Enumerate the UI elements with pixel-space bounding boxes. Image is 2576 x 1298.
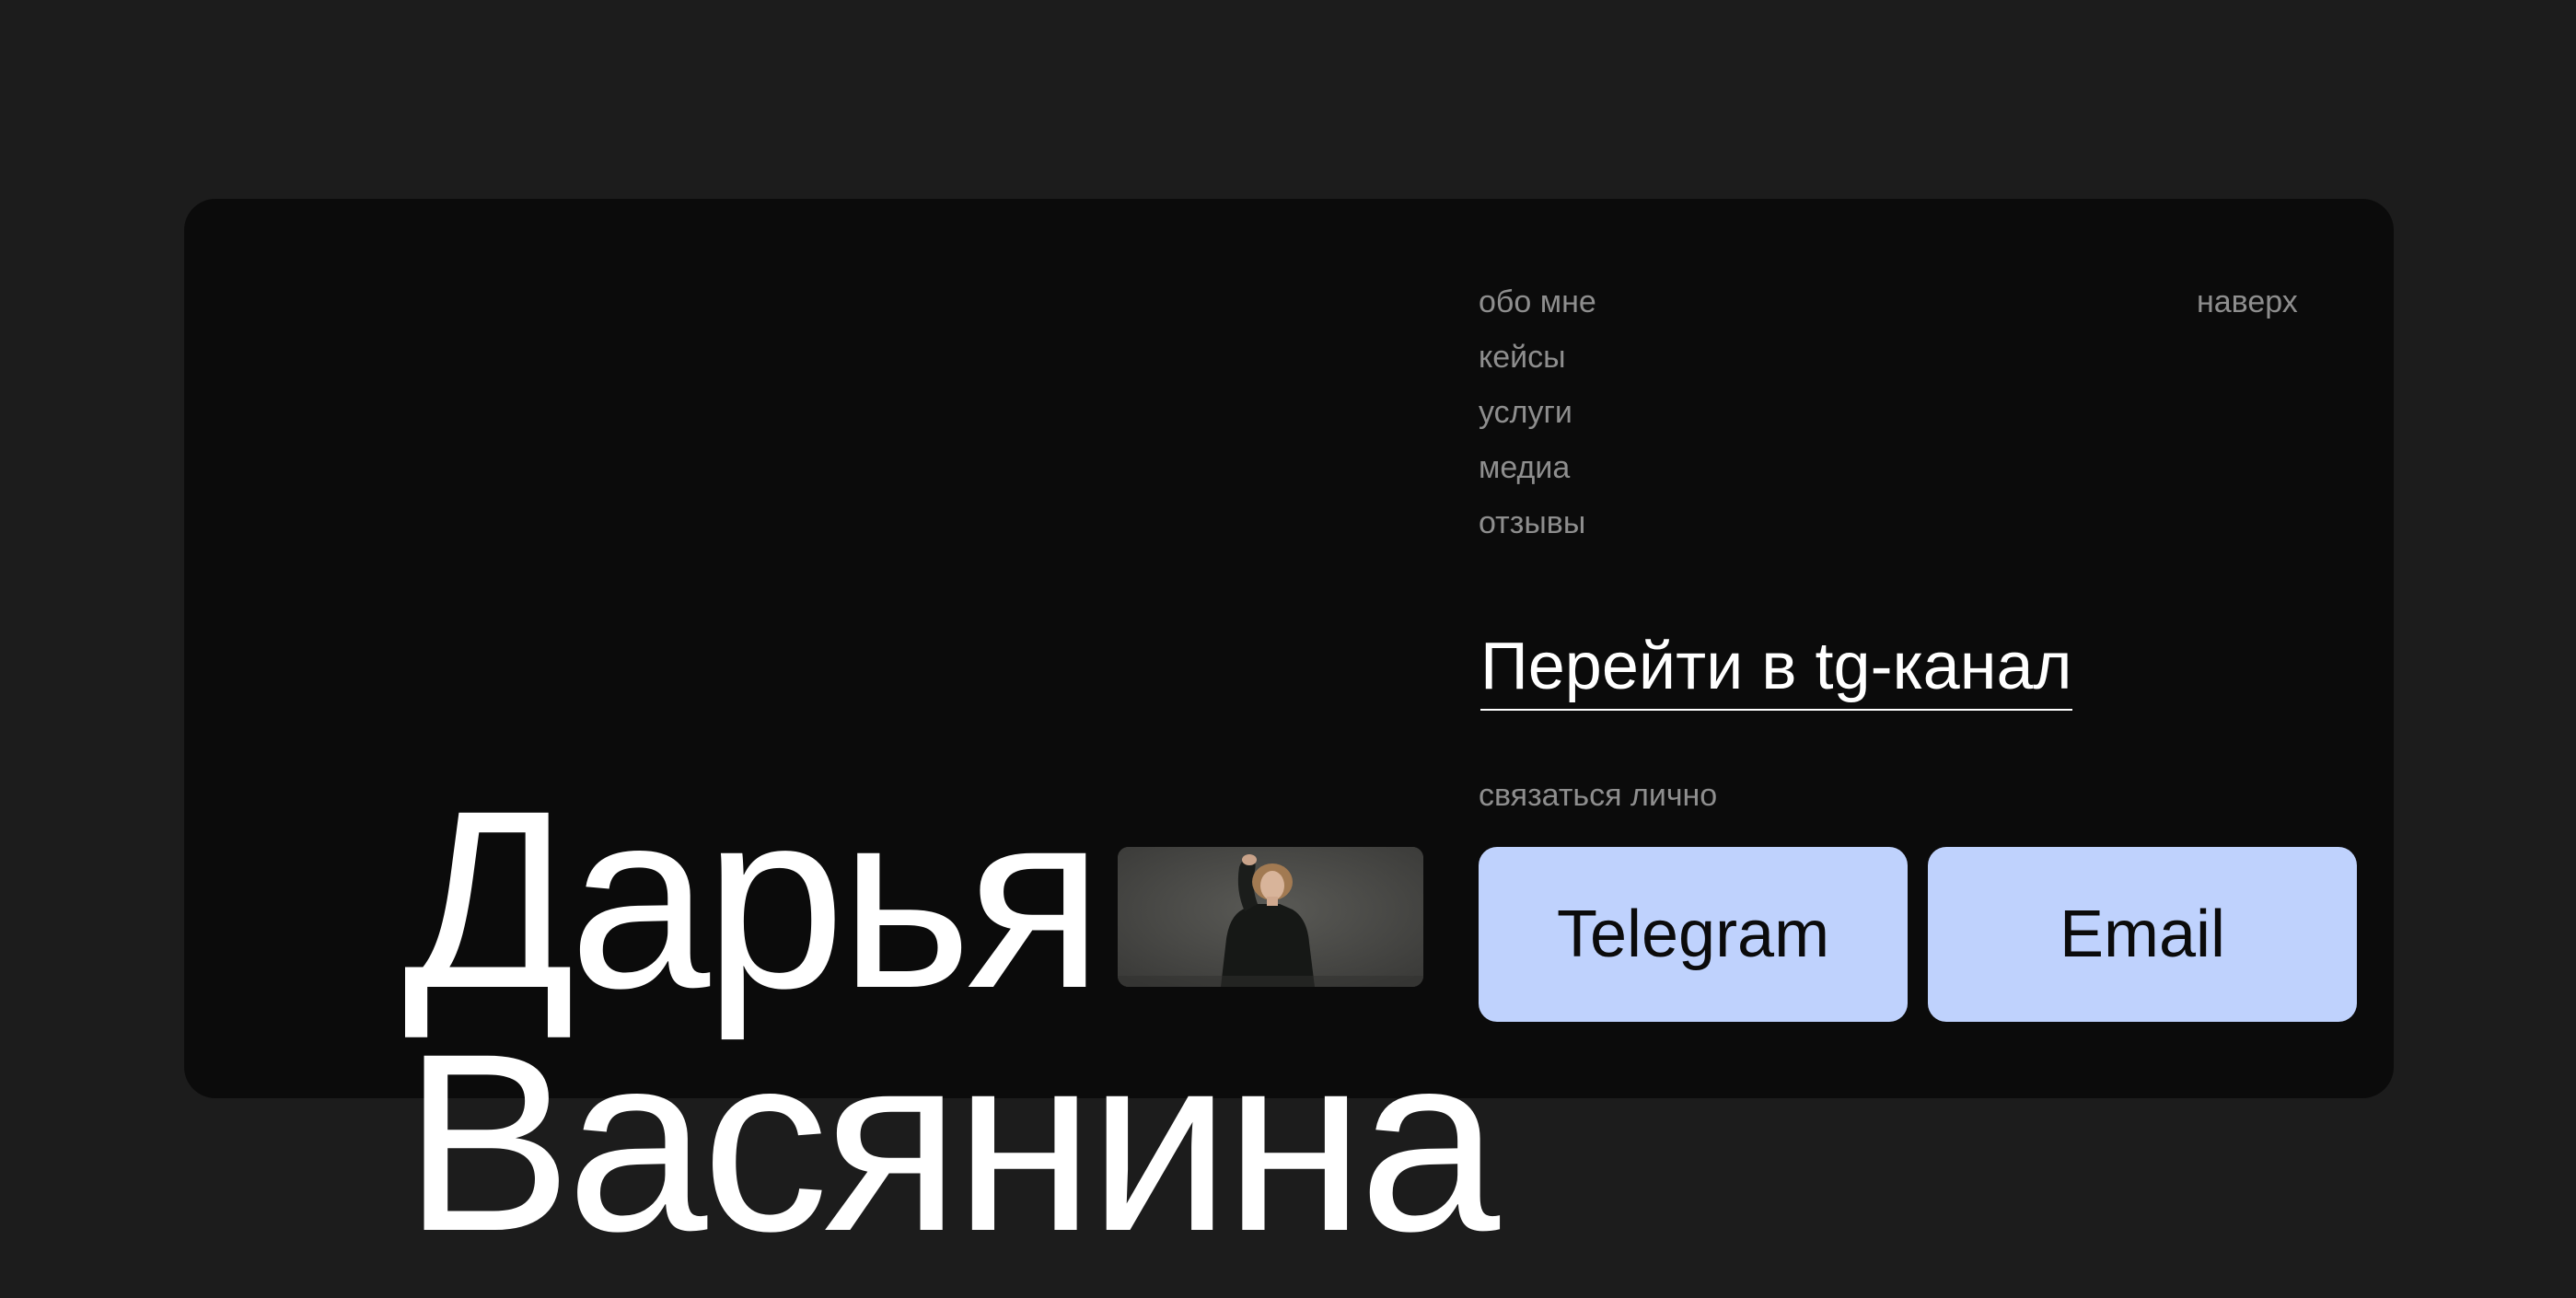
nav-item-services[interactable]: услуги: [1479, 385, 1596, 440]
telegram-button[interactable]: Telegram: [1479, 847, 1908, 1022]
nav-item-reviews[interactable]: отзывы: [1479, 495, 1596, 550]
nav-item-cases[interactable]: кейсы: [1479, 330, 1596, 385]
nav-item-about[interactable]: обо мне: [1479, 274, 1596, 330]
footer-nav: обо мне кейсы услуги медиа отзывы: [1479, 274, 1596, 550]
email-button[interactable]: Email: [1928, 847, 2357, 1022]
contact-caption: связаться лично: [1479, 778, 1718, 813]
name-last: Васянина: [403, 1002, 1500, 1284]
back-to-top-link[interactable]: наверх: [2197, 274, 2298, 330]
nav-item-media[interactable]: медиа: [1479, 440, 1596, 495]
name-first: Дарья: [403, 759, 1103, 1041]
tg-channel-link[interactable]: Перейти в tg-канал: [1480, 628, 2072, 711]
portrait-photo: [1118, 847, 1423, 987]
